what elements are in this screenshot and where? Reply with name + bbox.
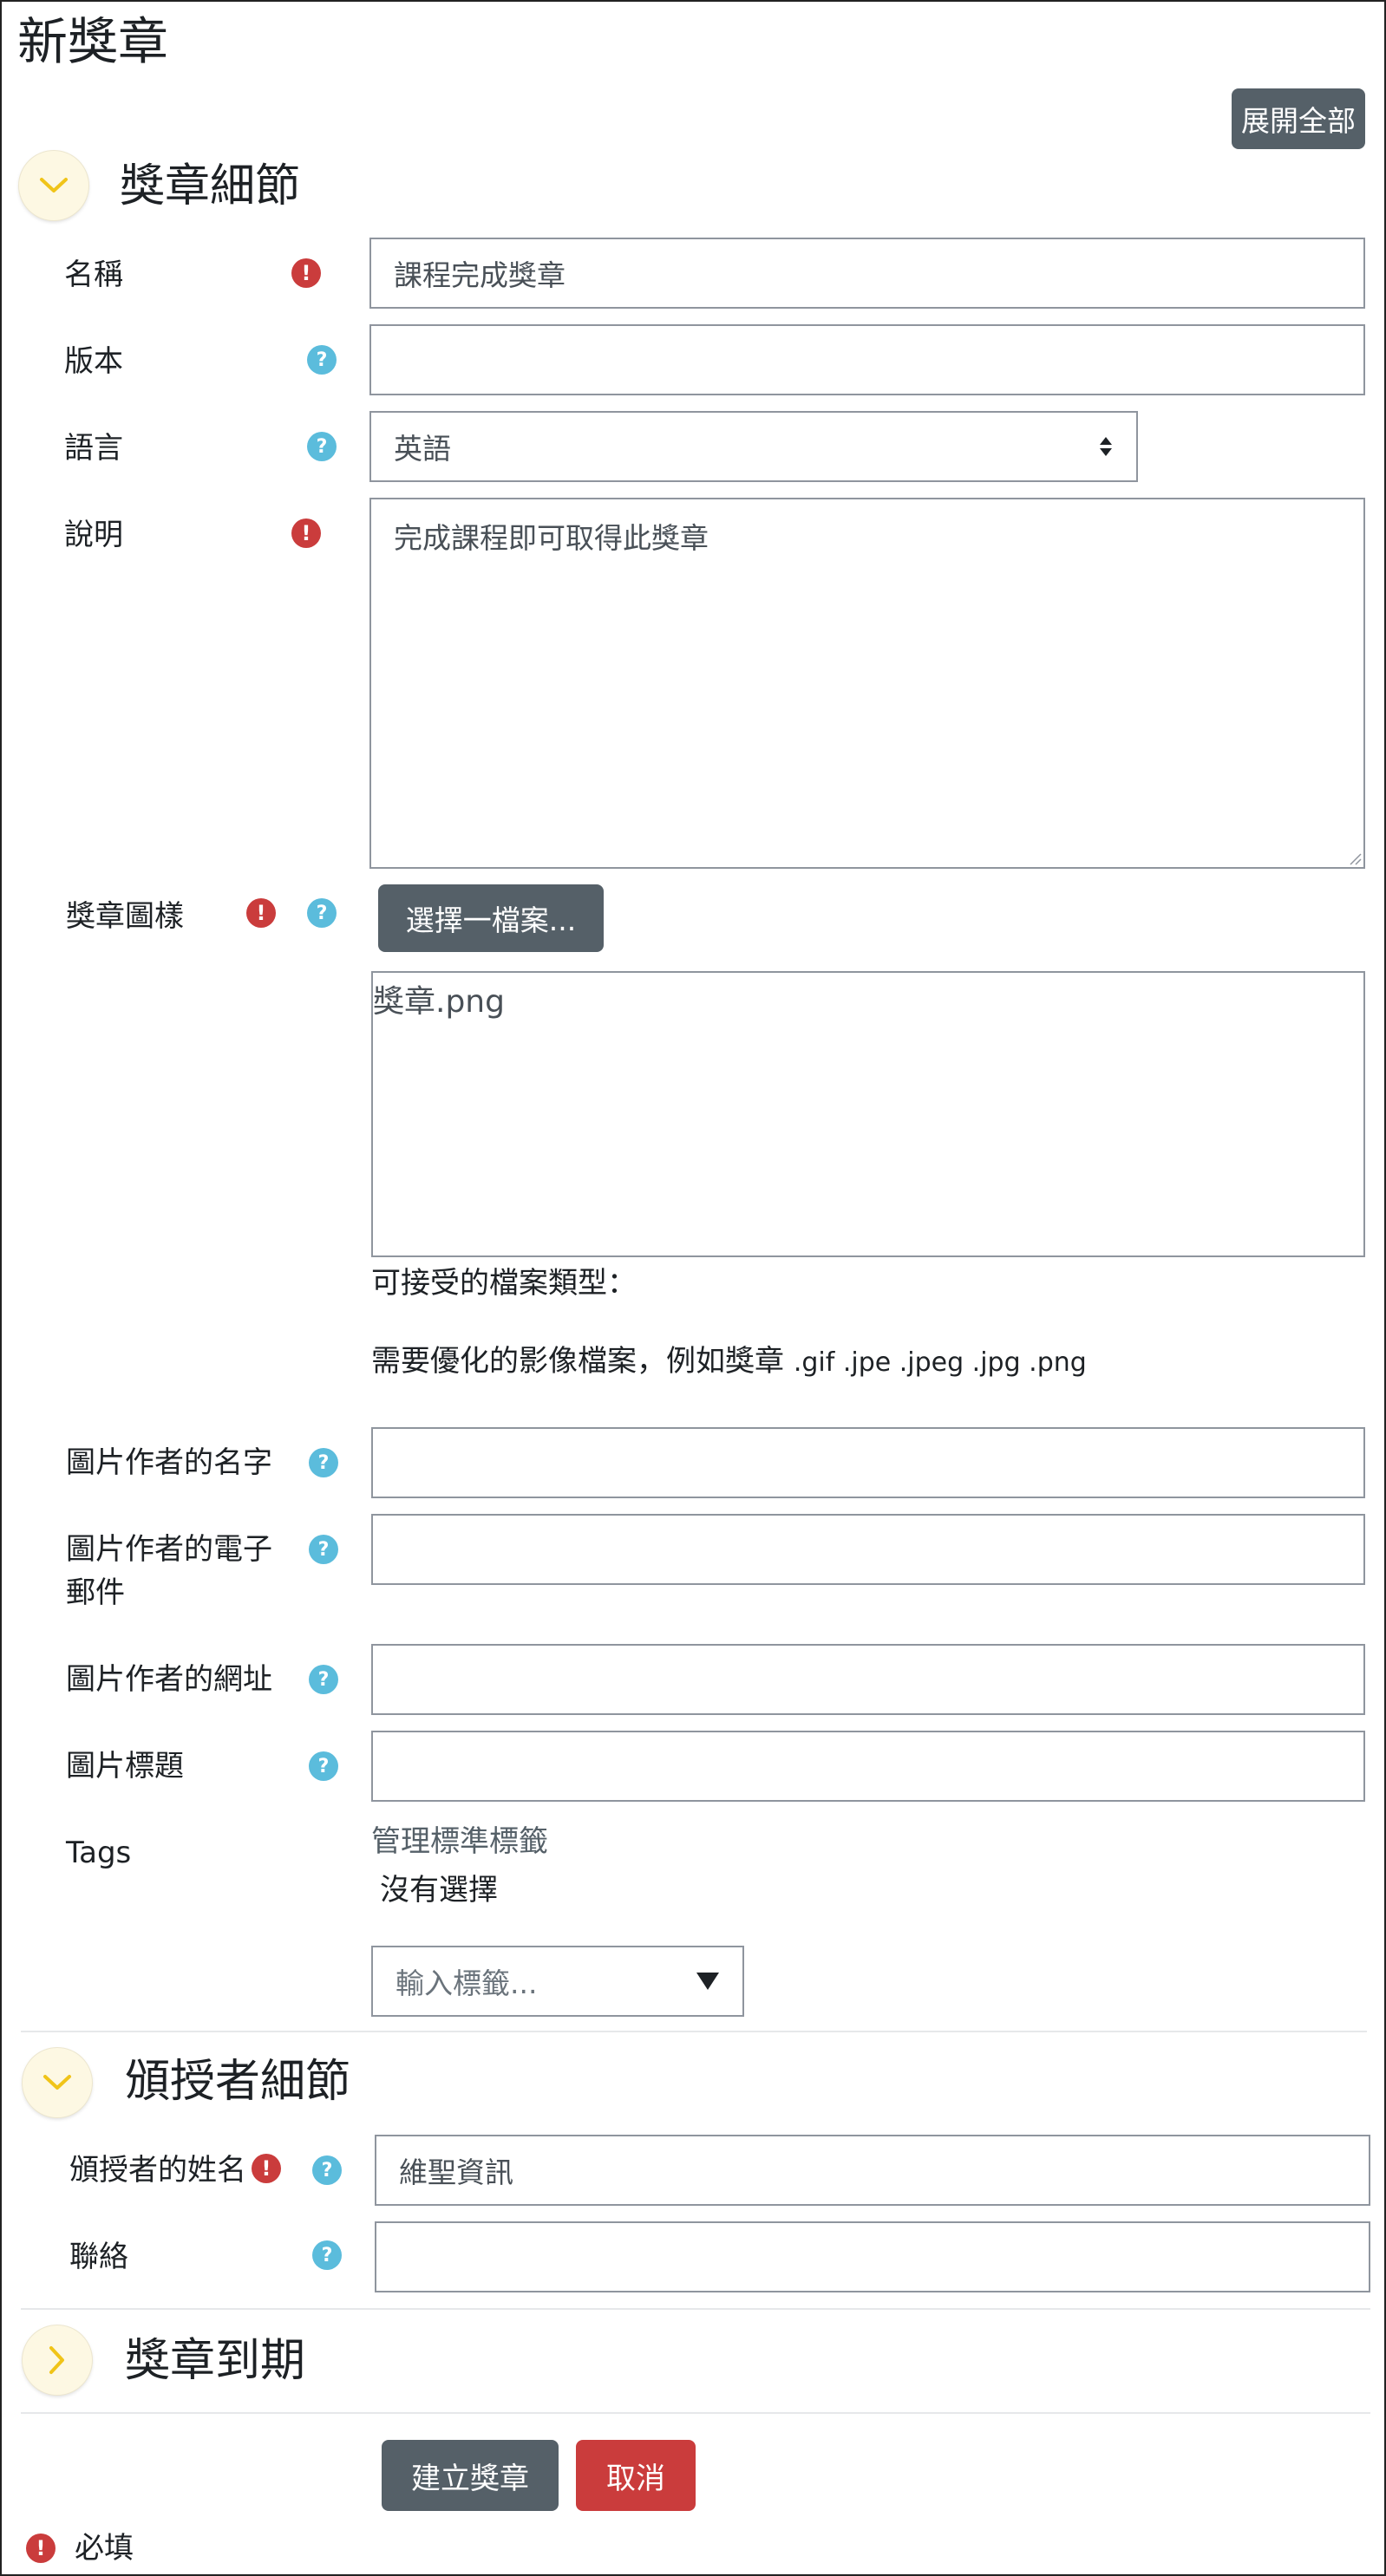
language-select[interactable]: 英語	[369, 411, 1138, 482]
chevron-right-icon	[49, 2346, 64, 2374]
section-divider	[21, 2412, 1370, 2414]
help-icon[interactable]: ?	[309, 1751, 338, 1781]
uploaded-file-name[interactable]: 獎章.png	[373, 976, 505, 1021]
section-divider	[21, 2031, 1367, 2032]
chevron-down-icon	[40, 178, 68, 192]
required-icon: !	[252, 2154, 281, 2183]
tags-input-placeholder: 輸入標籤...	[396, 1966, 538, 2000]
manage-standard-tags-link[interactable]: 管理標準標籤	[371, 1817, 548, 1860]
section-title-issuer-details: 頒授者細節	[125, 2056, 351, 2108]
accepted-types-desc: 需要優化的影像檔案，例如獎章	[371, 1344, 784, 1379]
dropdown-arrow-icon[interactable]	[696, 1972, 720, 1991]
section-toggle-badge-details[interactable]	[19, 151, 88, 220]
section-toggle-badge-expiry[interactable]	[23, 2325, 92, 2395]
help-icon[interactable]: ?	[309, 1665, 338, 1694]
tags-input[interactable]: 輸入標籤...	[371, 1946, 744, 2017]
help-icon[interactable]: ?	[309, 1448, 338, 1477]
required-icon: !	[246, 898, 276, 928]
page-title: 新獎章	[17, 12, 169, 71]
contact-input[interactable]	[375, 2221, 1370, 2292]
field-label-issuer-name: 頒授者的姓名	[69, 2153, 246, 2188]
create-badge-button[interactable]: 建立獎章	[382, 2440, 559, 2511]
image-author-email-input[interactable]	[371, 1514, 1365, 1585]
field-label-language: 語言	[64, 431, 123, 466]
issuer-name-input[interactable]: 維聖資訊	[375, 2135, 1370, 2206]
select-arrows-icon	[1100, 437, 1112, 456]
accepted-types-label: 可接受的檔案類型：	[371, 1266, 637, 1301]
choose-file-button[interactable]: 選擇一檔案...	[378, 884, 604, 952]
form-window: 新獎章 展開全部 獎章細節 名稱 ! 課程完成獎章 版本 ? 語言 ? 英語 說…	[0, 0, 1386, 2576]
field-label-contact: 聯絡	[69, 2240, 128, 2274]
help-icon[interactable]: ?	[307, 898, 337, 928]
version-input[interactable]	[369, 324, 1365, 395]
field-label-tags: Tags	[66, 1836, 132, 1870]
section-toggle-issuer-details[interactable]	[23, 2048, 92, 2117]
description-textarea-value: 完成課程即可取得此獎章	[394, 521, 709, 555]
section-title-badge-expiry: 獎章到期	[125, 2335, 306, 2387]
field-label-image-author-email-line2: 郵件	[66, 1575, 125, 1610]
help-icon[interactable]: ?	[307, 345, 337, 375]
field-label-image-caption: 圖片標題	[66, 1749, 184, 1784]
resize-grip-icon[interactable]	[1348, 851, 1362, 865]
section-title-badge-details: 獎章細節	[120, 160, 301, 212]
help-icon[interactable]: ?	[307, 432, 337, 461]
tags-no-selection: 沒有選擇	[380, 1873, 498, 1908]
chevron-down-icon	[43, 2075, 71, 2090]
required-icon: !	[291, 258, 321, 288]
description-textarea[interactable]: 完成課程即可取得此獎章	[369, 498, 1365, 869]
required-icon: !	[291, 518, 321, 548]
field-label-badge-image: 獎章圖樣	[66, 899, 184, 934]
name-input-value: 課程完成獎章	[394, 258, 566, 292]
image-caption-input[interactable]	[371, 1731, 1365, 1802]
field-label-description: 說明	[64, 518, 123, 552]
field-label-version: 版本	[64, 344, 123, 379]
required-icon: !	[26, 2534, 56, 2563]
cancel-button[interactable]: 取消	[576, 2440, 696, 2511]
image-author-name-input[interactable]	[371, 1427, 1365, 1498]
accepted-types-description: 需要優化的影像檔案，例如獎章 .gif .jpe .jpeg .jpg .png	[371, 1337, 1087, 1379]
expand-all-button[interactable]: 展開全部	[1232, 88, 1365, 149]
field-label-image-author-name: 圖片作者的名字	[66, 1445, 272, 1480]
image-author-url-input[interactable]	[371, 1644, 1365, 1715]
name-input[interactable]: 課程完成獎章	[369, 238, 1365, 309]
accepted-extensions: .gif .jpe .jpeg .jpg .png	[793, 1347, 1087, 1378]
help-icon[interactable]: ?	[312, 2240, 342, 2270]
issuer-name-value: 維聖資訊	[399, 2155, 513, 2189]
help-icon[interactable]: ?	[312, 2155, 342, 2185]
field-label-image-author-url: 圖片作者的網址	[66, 1662, 272, 1697]
field-label-image-author-email: 圖片作者的電子 郵件	[66, 1528, 272, 1614]
field-label-name: 名稱	[64, 258, 123, 292]
help-icon[interactable]: ?	[309, 1535, 338, 1564]
language-select-value: 英語	[394, 432, 451, 466]
section-divider	[21, 2308, 1370, 2310]
field-label-image-author-email-line1: 圖片作者的電子	[66, 1532, 272, 1567]
required-legend: 必填	[75, 2531, 134, 2566]
file-drop-area[interactable]: 獎章.png	[371, 971, 1365, 1257]
